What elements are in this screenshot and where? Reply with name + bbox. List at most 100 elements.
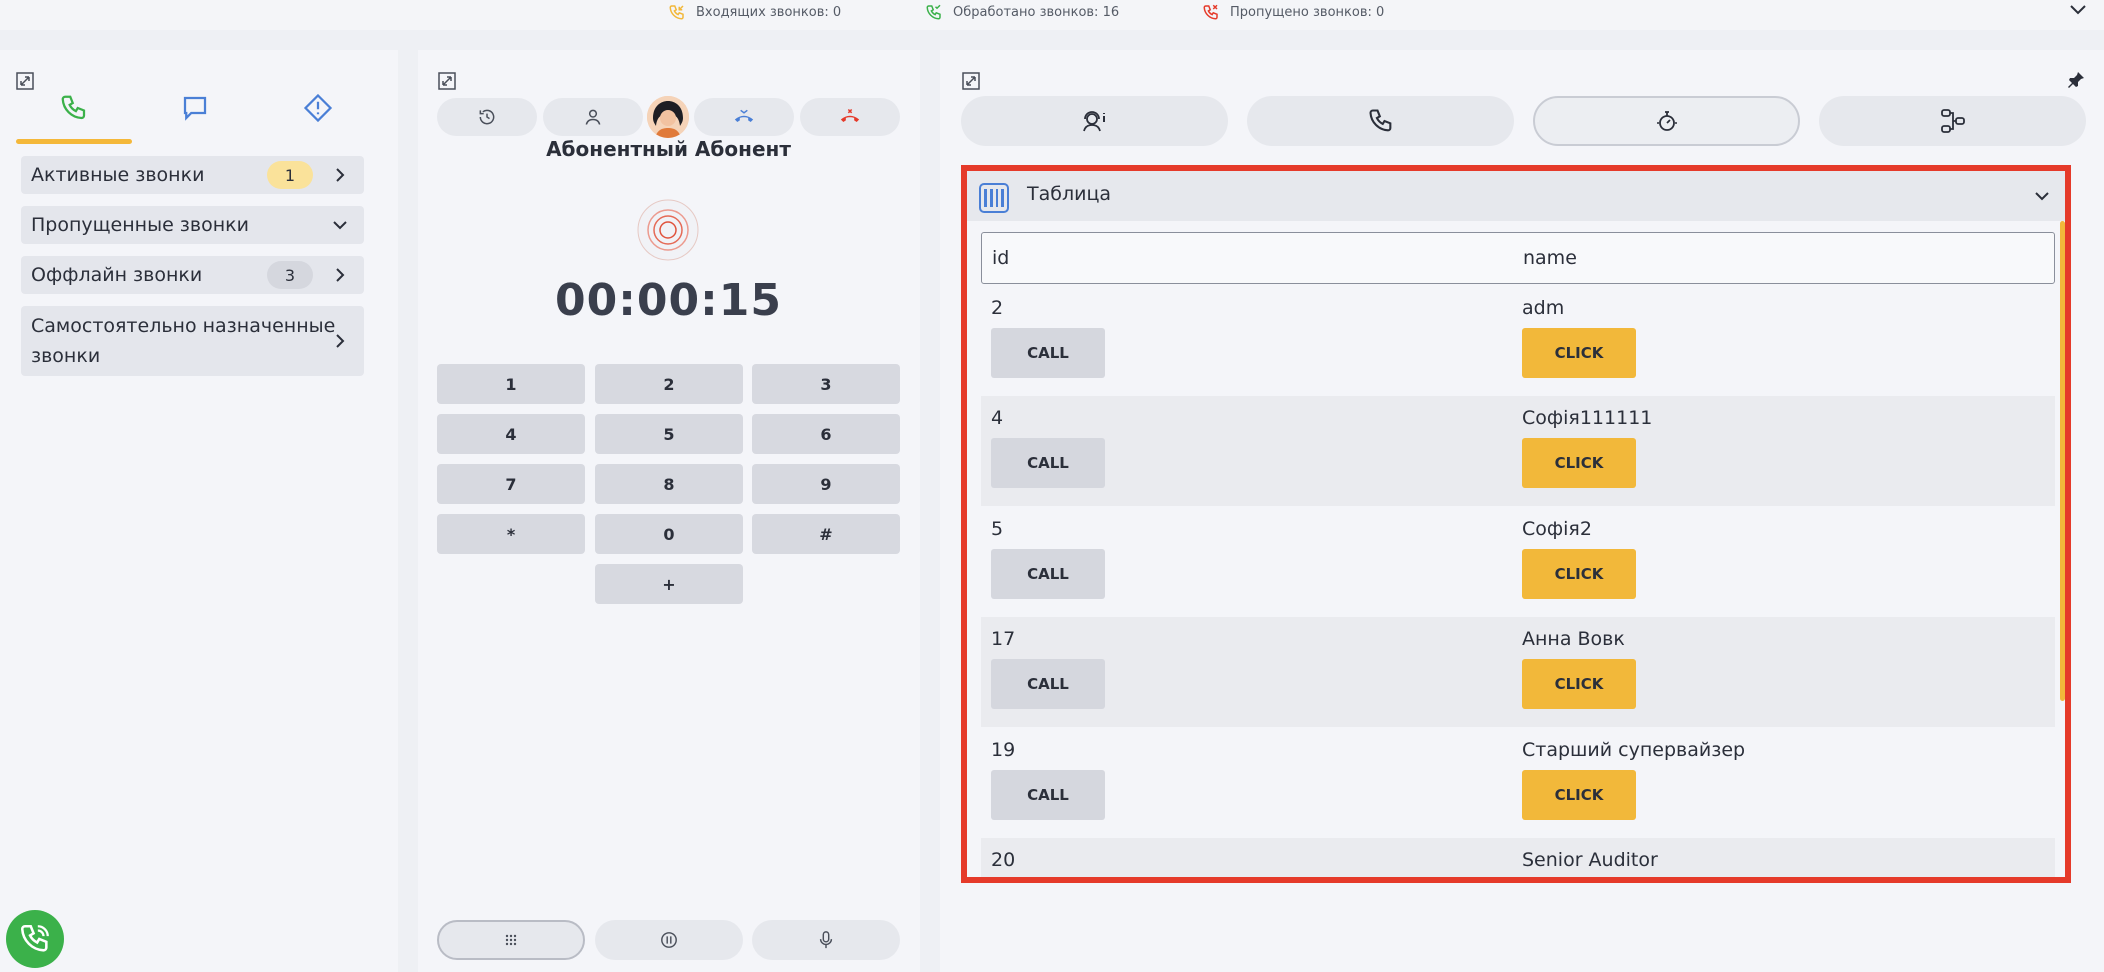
hangup-button[interactable] — [800, 98, 900, 136]
tab-scripts[interactable] — [1533, 96, 1800, 146]
click-button[interactable]: CLICK — [1522, 438, 1636, 488]
tab-operator-info[interactable] — [961, 96, 1228, 146]
mute-button[interactable] — [752, 920, 900, 960]
click-button[interactable]: CLICK — [1522, 770, 1636, 820]
table-icon — [979, 183, 1009, 213]
expand-icon[interactable] — [437, 71, 457, 91]
stopwatch-icon — [1656, 111, 1677, 131]
missed-calls-row[interactable]: Пропущенные звонки — [21, 206, 364, 244]
table-row: 4 Софія111111 CALL CLICK — [981, 396, 2055, 506]
tab-calls[interactable] — [54, 88, 94, 128]
table-row: 5 Софія2 CALL CLICK — [981, 507, 2055, 617]
column-headers: id name — [981, 232, 2055, 284]
missed-calls-row-label: Пропущенные звонки — [31, 214, 249, 236]
key-hash[interactable]: # — [752, 514, 900, 554]
key-7[interactable]: 7 — [437, 464, 585, 504]
key-9[interactable]: 9 — [752, 464, 900, 504]
phone-call-icon — [20, 924, 49, 952]
tab-chat[interactable] — [175, 88, 215, 128]
key-0[interactable]: 0 — [595, 514, 743, 554]
self-assigned-label-line2: звонки — [31, 345, 101, 367]
contact-button[interactable] — [543, 98, 643, 136]
status-bar: Входящих звонков: 0 Обработано звонков: … — [0, 0, 2104, 30]
table-header[interactable]: Таблица — [967, 171, 2065, 221]
call-button[interactable] — [991, 880, 1105, 883]
click-button[interactable]: CLICK — [1522, 549, 1636, 599]
microphone-icon — [819, 931, 833, 949]
row-name: Senior Auditor — [1522, 849, 1658, 871]
column-name: name — [1523, 247, 1577, 269]
history-icon — [479, 109, 495, 125]
avatar — [647, 96, 689, 138]
table-row: 17 Анна Вовк CALL CLICK — [981, 617, 2055, 727]
row-name: Анна Вовк — [1522, 628, 1625, 650]
key-2[interactable]: 2 — [595, 364, 743, 404]
chevron-right-icon — [329, 330, 351, 352]
self-assigned-calls-row[interactable]: Самостоятельно назначенные звонки — [21, 306, 364, 376]
missed-call-icon — [1203, 4, 1218, 20]
operator-info-icon — [1082, 111, 1105, 132]
processed-calls-label: Обработано звонков: 16 — [953, 4, 1120, 20]
call-button[interactable]: CALL — [991, 328, 1105, 378]
pause-icon — [661, 932, 677, 948]
dialer-panel — [418, 50, 920, 972]
hold-button[interactable] — [595, 920, 743, 960]
hangup-icon — [840, 108, 860, 122]
collapse-chevron-icon[interactable] — [2066, 0, 2090, 20]
routing-icon — [1940, 109, 1965, 133]
click-button[interactable]: CLICK — [1522, 328, 1636, 378]
key-6[interactable]: 6 — [752, 414, 900, 454]
keypad-toggle-button[interactable] — [437, 920, 585, 960]
processed-call-icon — [926, 4, 941, 20]
chevron-right-icon — [329, 164, 351, 186]
phone-icon — [61, 95, 86, 120]
tab-alerts[interactable] — [298, 88, 338, 128]
row-name: Софія2 — [1522, 518, 1592, 540]
key-4[interactable]: 4 — [437, 414, 585, 454]
pin-icon[interactable] — [2066, 70, 2086, 90]
chat-icon — [183, 96, 207, 121]
processed-calls-stat: Обработано звонков: 16 — [925, 2, 1119, 22]
key-1[interactable]: 1 — [437, 364, 585, 404]
call-button[interactable]: CALL — [991, 438, 1105, 488]
expand-icon[interactable] — [961, 71, 981, 91]
call-button[interactable]: CALL — [991, 549, 1105, 599]
key-plus[interactable]: + — [595, 564, 743, 604]
chevron-right-icon — [329, 264, 351, 286]
key-3[interactable]: 3 — [752, 364, 900, 404]
table-row: 2 adm CALL CLICK — [981, 286, 2055, 396]
key-star[interactable]: * — [437, 514, 585, 554]
active-calls-row[interactable]: Активные звонки 1 — [21, 156, 364, 194]
chevron-down-icon[interactable] — [2031, 185, 2053, 207]
tab-call[interactable] — [1247, 96, 1514, 146]
self-assigned-label-line1: Самостоятельно назначенные — [31, 315, 336, 337]
call-button[interactable]: CALL — [991, 770, 1105, 820]
chevron-down-icon — [329, 214, 351, 236]
history-button[interactable] — [437, 98, 537, 136]
row-name: adm — [1522, 297, 1565, 319]
key-5[interactable]: 5 — [595, 414, 743, 454]
ringing-indicator-icon — [636, 198, 700, 262]
tab-routing[interactable] — [1819, 96, 2086, 146]
row-id: 4 — [991, 407, 1004, 429]
user-icon — [585, 109, 601, 125]
call-button[interactable]: CALL — [991, 659, 1105, 709]
missed-calls-label: Пропущено звонков: 0 — [1230, 4, 1385, 20]
warning-icon — [303, 93, 333, 123]
softphone-button[interactable] — [6, 910, 64, 968]
incoming-calls-label: Входящих звонков: 0 — [696, 4, 842, 20]
click-button[interactable] — [1522, 880, 1636, 883]
row-name: Софія111111 — [1522, 407, 1653, 429]
transfer-button[interactable] — [694, 98, 794, 136]
scrollbar[interactable] — [2060, 221, 2065, 701]
missed-calls-stat: Пропущено звонков: 0 — [1202, 2, 1384, 22]
click-button[interactable]: CLICK — [1522, 659, 1636, 709]
incoming-calls-stat: Входящих звонков: 0 — [668, 2, 841, 22]
offline-calls-badge: 3 — [267, 261, 313, 289]
offline-calls-row[interactable]: Оффлайн звонки 3 — [21, 256, 364, 294]
active-calls-badge: 1 — [267, 161, 313, 189]
key-8[interactable]: 8 — [595, 464, 743, 504]
expand-icon[interactable] — [15, 71, 35, 91]
row-id: 5 — [991, 518, 1004, 540]
keypad-icon — [505, 934, 517, 946]
